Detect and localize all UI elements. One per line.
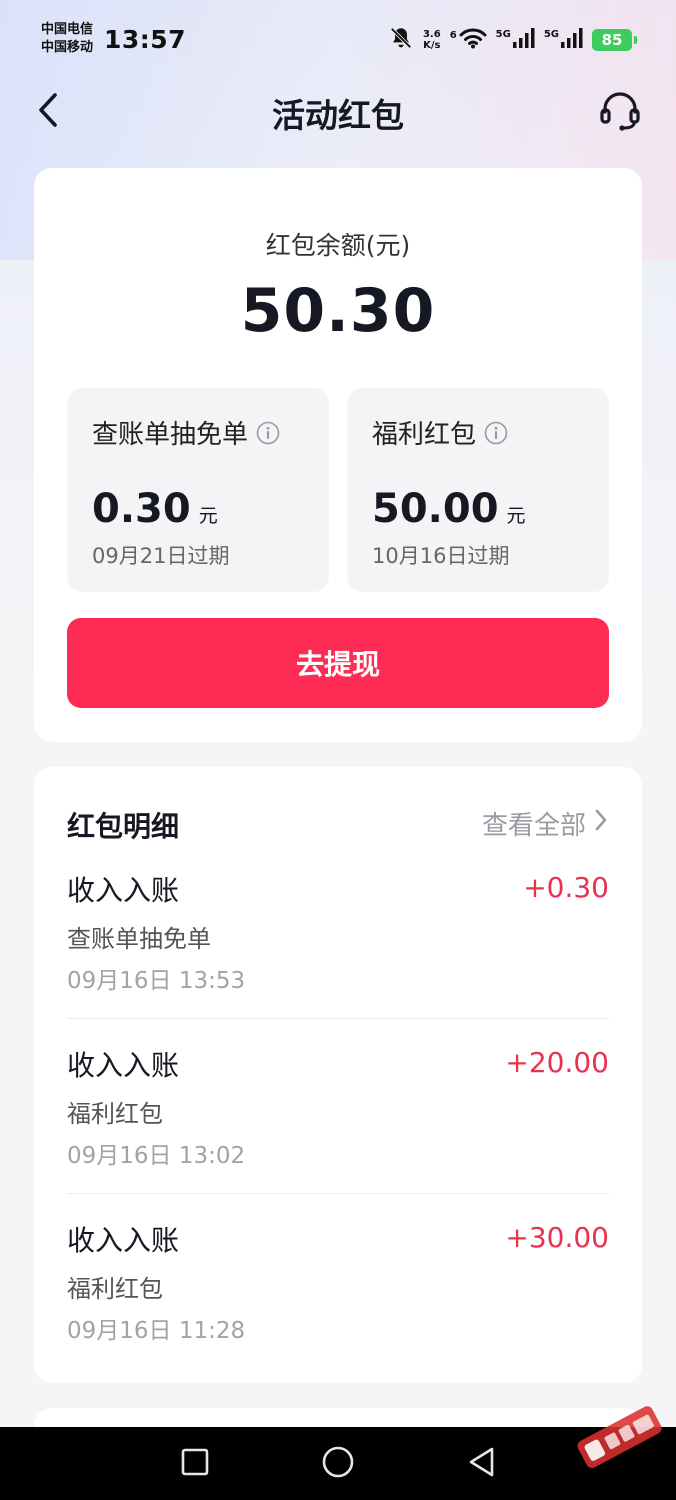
recent-apps-button[interactable]	[176, 1445, 214, 1483]
carrier-names: 中国电信 中国移动	[41, 21, 93, 57]
record-time: 09月16日 11:28	[67, 1318, 246, 1344]
speed-unit: K/s	[423, 40, 441, 51]
circle-icon	[321, 1445, 355, 1483]
view-all-link[interactable]: 查看全部	[482, 805, 608, 842]
record-source: 查账单抽免单	[67, 925, 211, 953]
carrier-1: 中国电信	[41, 22, 94, 37]
sub-balance-amount: 50.00	[372, 486, 499, 532]
record-source: 福利红包	[67, 1100, 163, 1128]
record-type: 收入入账	[67, 1049, 180, 1082]
speed-value: 3.6	[422, 29, 441, 40]
nav-bar: 活动红包	[0, 80, 676, 144]
list-item[interactable]: 收入入账 +20.00 福利红包 09月16日 13:02	[67, 1018, 609, 1217]
record-amount: +0.30	[523, 871, 609, 904]
signal-icon	[512, 28, 535, 52]
headset-icon	[598, 88, 642, 136]
details-card: 红包明细 查看全部 收入入账 +0.30 查账单抽免单 09月16日 13:53…	[34, 767, 642, 1383]
wifi-label: 6	[449, 30, 457, 41]
sub-balance-amount: 0.30	[92, 486, 191, 532]
chevron-right-icon	[594, 808, 608, 839]
battery-level: 85	[601, 31, 623, 49]
sub-balance-title: 查账单抽免单	[92, 420, 249, 450]
list-item[interactable]: 收入入账 +30.00 福利红包 09月16日 11:28	[67, 1193, 609, 1392]
info-icon[interactable]	[484, 421, 508, 445]
system-back-button[interactable]	[462, 1445, 500, 1483]
page-title: 活动红包	[272, 96, 404, 135]
network-speed: 3.6 K/s	[423, 29, 441, 51]
balance-label: 红包余额(元)	[265, 231, 411, 260]
record-amount: +30.00	[505, 1221, 609, 1254]
sub-balance-title-row: 查账单抽免单	[92, 414, 280, 451]
customer-service-button[interactable]	[596, 88, 644, 136]
cellular-2: 5G	[544, 28, 583, 52]
sub-balance-welfare[interactable]: 福利红包 50.00 元 10月16日过期	[347, 388, 609, 592]
wifi-status: 6	[450, 27, 487, 53]
record-source: 福利红包	[67, 1275, 163, 1303]
sub-balance-title-row: 福利红包	[372, 414, 508, 451]
status-bar: 中国电信 中国移动 13:57 3.6 K/s 6 5G 5G 85	[0, 0, 676, 80]
record-type: 收入入账	[67, 1224, 180, 1257]
system-icons: 3.6 K/s 6 5G 5G 85	[388, 24, 637, 56]
home-button[interactable]	[319, 1445, 357, 1483]
info-icon[interactable]	[256, 421, 280, 445]
record-time: 09月16日 13:02	[67, 1143, 246, 1169]
network-label-1: 5G	[495, 29, 511, 40]
list-item[interactable]: 收入入账 +0.30 查账单抽免单 09月16日 13:53	[67, 867, 609, 1042]
triangle-back-icon	[466, 1446, 496, 1482]
sub-balance-unit: 元	[198, 505, 218, 527]
carrier-2: 中国移动	[41, 40, 94, 55]
sub-balance-unit: 元	[506, 505, 526, 527]
signal-icon	[561, 28, 583, 52]
status-time: 13:57	[104, 25, 187, 54]
square-icon	[180, 1447, 210, 1481]
sub-balance-amount-row: 50.00 元	[372, 486, 526, 532]
bell-off-icon	[388, 25, 414, 55]
view-all-label: 查看全部	[481, 811, 586, 841]
sub-balance-expire: 09月21日过期	[92, 544, 230, 568]
record-type: 收入入账	[67, 874, 180, 907]
sub-balance-expire: 10月16日过期	[372, 544, 510, 568]
details-title: 红包明细	[67, 810, 180, 843]
balance-card: 红包余额(元) 50.30 查账单抽免单 0.30 元 09月21日过期 福利红…	[34, 168, 642, 742]
balance-amount: 50.30	[240, 276, 436, 346]
record-list: 收入入账 +0.30 查账单抽免单 09月16日 13:53 收入入账 +20.…	[67, 867, 609, 1392]
sub-balance-bill-draw[interactable]: 查账单抽免单 0.30 元 09月21日过期	[67, 388, 329, 592]
battery-icon: 85	[592, 29, 637, 51]
wifi-icon	[459, 27, 487, 53]
withdraw-button[interactable]: 去提现	[67, 618, 609, 708]
record-amount: +20.00	[505, 1046, 609, 1079]
sub-balance-title: 福利红包	[372, 420, 477, 450]
sub-balance-amount-row: 0.30 元	[92, 486, 218, 532]
record-time: 09月16日 13:53	[67, 968, 246, 994]
cellular-1: 5G	[496, 28, 535, 52]
network-label-2: 5G	[543, 29, 559, 40]
